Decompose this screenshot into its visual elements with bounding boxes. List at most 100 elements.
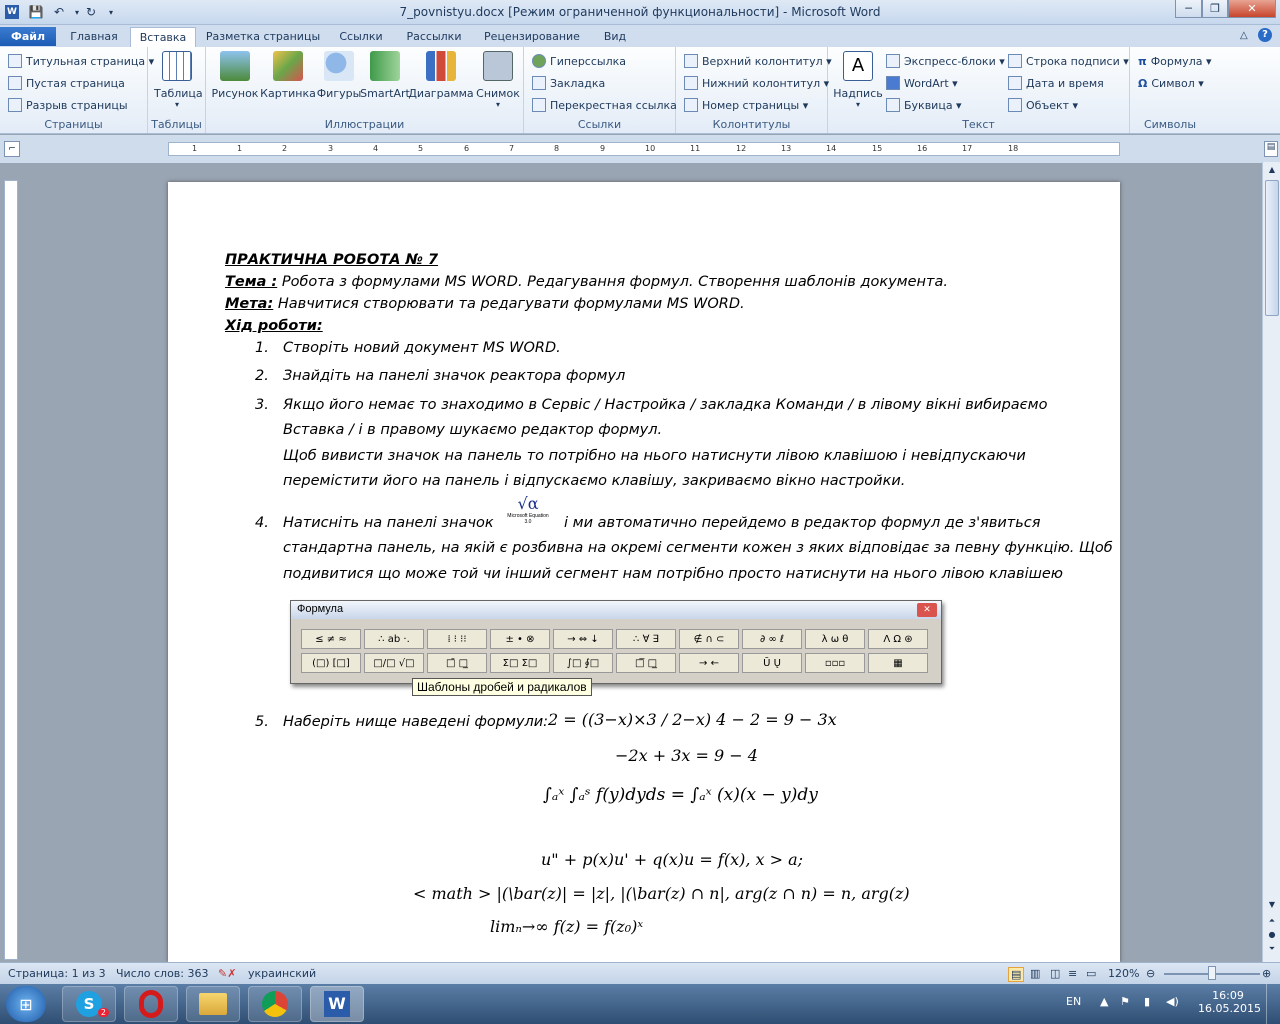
minimize-button[interactable]: ─ — [1175, 0, 1202, 18]
tab-mailings[interactable]: Рассылки — [398, 27, 470, 47]
dropcap-button[interactable]: Буквица ▾ — [886, 95, 962, 115]
page-count[interactable]: Страница: 1 из 3 — [8, 967, 106, 980]
table-button[interactable]: Таблица ▾ — [154, 51, 203, 109]
smartart-button[interactable]: SmartArt — [360, 51, 410, 100]
language[interactable]: украинский — [248, 967, 316, 980]
tab-home[interactable]: Главная — [62, 27, 126, 47]
tab-file[interactable]: Файл — [0, 27, 56, 46]
network-icon[interactable]: ▮ — [1144, 995, 1150, 1008]
ruler-mark: 9 — [600, 144, 606, 153]
blank-page-button[interactable]: Пустая страница — [8, 73, 125, 93]
next-page-icon[interactable]: ⏷ — [1264, 944, 1280, 958]
step-text: Вставка / і в правому шукаємо редактор ф… — [283, 422, 663, 438]
ruler-mark: 6 — [464, 144, 470, 153]
hyperlink-button[interactable]: Гиперссылка — [532, 51, 626, 71]
page-number-button[interactable]: Номер страницы ▾ — [684, 95, 808, 115]
close-button[interactable]: ✕ — [1228, 0, 1276, 18]
screenshot-button[interactable]: Снимок ▾ — [474, 51, 522, 109]
scroll-down-icon[interactable]: ▼ — [1264, 900, 1280, 914]
browse-object-icon[interactable]: ● — [1264, 930, 1280, 944]
taskbar-skype[interactable]: S2 — [62, 986, 116, 1022]
step-number: 4. — [255, 515, 269, 531]
vertical-scrollbar[interactable]: ▲ ▼ ⏶ ● ⏷ — [1262, 162, 1280, 962]
full-screen-icon[interactable]: ▥ — [1030, 967, 1040, 980]
equation-button[interactable]: π Формула ▾ — [1138, 51, 1212, 71]
horizontal-ruler[interactable]: 1 1 2 3 4 5 6 7 8 9 10 11 12 13 14 15 16 17 18 — [168, 142, 1120, 156]
tab-page-layout[interactable]: Разметка страницы — [202, 27, 324, 47]
status-bar: Страница: 1 из 3 Число слов: 363 ✎✗ укра… — [0, 962, 1280, 984]
scroll-thumb[interactable] — [1265, 180, 1279, 316]
tab-review[interactable]: Рецензирование — [476, 27, 588, 47]
input-language[interactable]: EN — [1066, 995, 1081, 1008]
scroll-up-icon[interactable]: ▲ — [1264, 162, 1280, 178]
minimize-ribbon-icon[interactable]: △ — [1240, 30, 1248, 41]
tab-selector-icon[interactable]: ⌐ — [4, 141, 20, 157]
show-hidden-icons-icon[interactable]: ▲ — [1100, 995, 1108, 1008]
zoom-slider-thumb[interactable] — [1208, 966, 1216, 980]
clock[interactable]: 16:09 16.05.2015 — [1198, 989, 1261, 1015]
date-time-button[interactable]: Дата и время — [1008, 73, 1104, 93]
zoom-level[interactable]: 120% — [1108, 967, 1139, 980]
shapes-label: Фигуры — [316, 87, 362, 100]
restore-button[interactable]: ❐ — [1202, 0, 1228, 18]
group-symbols: π Формула ▾ Ω Символ ▾ Символы — [1130, 47, 1212, 133]
textbox-button[interactable]: A Надпись ▾ — [832, 51, 884, 109]
pi-icon: π — [1138, 54, 1147, 68]
cover-page-button[interactable]: Титульная страница ▾ — [8, 51, 154, 71]
document-page[interactable]: ПРАКТИЧНА РОБОТА № 7 Тема : Робота з фор… — [168, 182, 1120, 962]
help-icon[interactable]: ? — [1258, 28, 1272, 42]
outline-icon[interactable]: ≡ — [1068, 967, 1077, 980]
quick-parts-button[interactable]: Экспресс-блоки ▾ — [886, 51, 1005, 71]
zoom-out-icon[interactable]: ⊖ — [1146, 967, 1155, 980]
tab-view[interactable]: Вид — [594, 27, 636, 47]
dropcap-icon — [886, 98, 900, 112]
page-break-label: Разрыв страницы — [26, 98, 128, 112]
cross-reference-button[interactable]: Перекрестная ссылка — [532, 95, 677, 115]
taskbar-chrome[interactable] — [248, 986, 302, 1022]
step-text: Створіть новий документ MS WORD. — [283, 340, 561, 356]
volume-icon[interactable]: ◀) — [1166, 995, 1179, 1008]
previous-page-icon[interactable]: ⏶ — [1264, 916, 1280, 930]
draft-icon[interactable]: ▭ — [1086, 967, 1096, 980]
header-button[interactable]: Верхний колонтитул ▾ — [684, 51, 832, 71]
bookmark-button[interactable]: Закладка — [532, 73, 605, 93]
clipart-button[interactable]: Картинка — [260, 51, 316, 100]
equation-editor-icon: √α Microsoft Equation 3.0 — [498, 493, 558, 531]
wordart-button[interactable]: WordArt ▾ — [886, 73, 958, 93]
step-number: 1. — [255, 340, 269, 356]
date-time-icon — [1008, 76, 1022, 90]
show-desktop-button[interactable] — [1266, 984, 1280, 1024]
print-layout-icon[interactable]: ▤ — [1008, 967, 1025, 982]
web-layout-icon[interactable]: ◫ — [1050, 967, 1060, 980]
bookmark-icon — [532, 76, 546, 90]
start-button[interactable]: ⊞ — [6, 986, 46, 1022]
ruler-mark: 1 — [237, 144, 243, 153]
tab-references[interactable]: Ссылки — [330, 27, 392, 47]
picture-button[interactable]: Рисунок — [210, 51, 260, 100]
taskbar-explorer[interactable] — [186, 986, 240, 1022]
tab-insert[interactable]: Вставка — [130, 27, 196, 47]
symbol-button[interactable]: Ω Символ ▾ — [1138, 73, 1204, 93]
signature-line-button[interactable]: Строка подписи ▾ — [1008, 51, 1129, 71]
taskbar-word[interactable]: W — [310, 986, 364, 1022]
object-button[interactable]: Объект ▾ — [1008, 95, 1078, 115]
vertical-ruler[interactable] — [4, 180, 18, 960]
chart-icon — [426, 51, 456, 81]
clipart-icon — [273, 51, 303, 81]
table-icon — [162, 51, 192, 81]
footer-button[interactable]: Нижний колонтитул ▾ — [684, 73, 829, 93]
ruler-mark: 2 — [282, 144, 288, 153]
shapes-button[interactable]: Фигуры — [316, 51, 362, 100]
palette-button: Σ□ Σ□ — [490, 653, 550, 673]
page-break-button[interactable]: Разрыв страницы — [8, 95, 128, 115]
zoom-in-icon[interactable]: ⊕ — [1262, 967, 1271, 980]
chart-button[interactable]: Диаграмма — [408, 51, 474, 100]
clipart-label: Картинка — [260, 87, 316, 100]
word-count[interactable]: Число слов: 363 — [116, 967, 209, 980]
palette-button: ≤ ≠ ≈ — [301, 629, 361, 649]
doc-title: ПРАКТИЧНА РОБОТА № 7 — [225, 252, 439, 268]
action-center-icon[interactable]: ⚑ — [1120, 995, 1130, 1008]
view-ruler-icon[interactable]: ▤ — [1264, 141, 1278, 157]
taskbar-opera[interactable] — [124, 986, 178, 1022]
proofing-icon[interactable]: ✎✗ — [218, 967, 236, 980]
